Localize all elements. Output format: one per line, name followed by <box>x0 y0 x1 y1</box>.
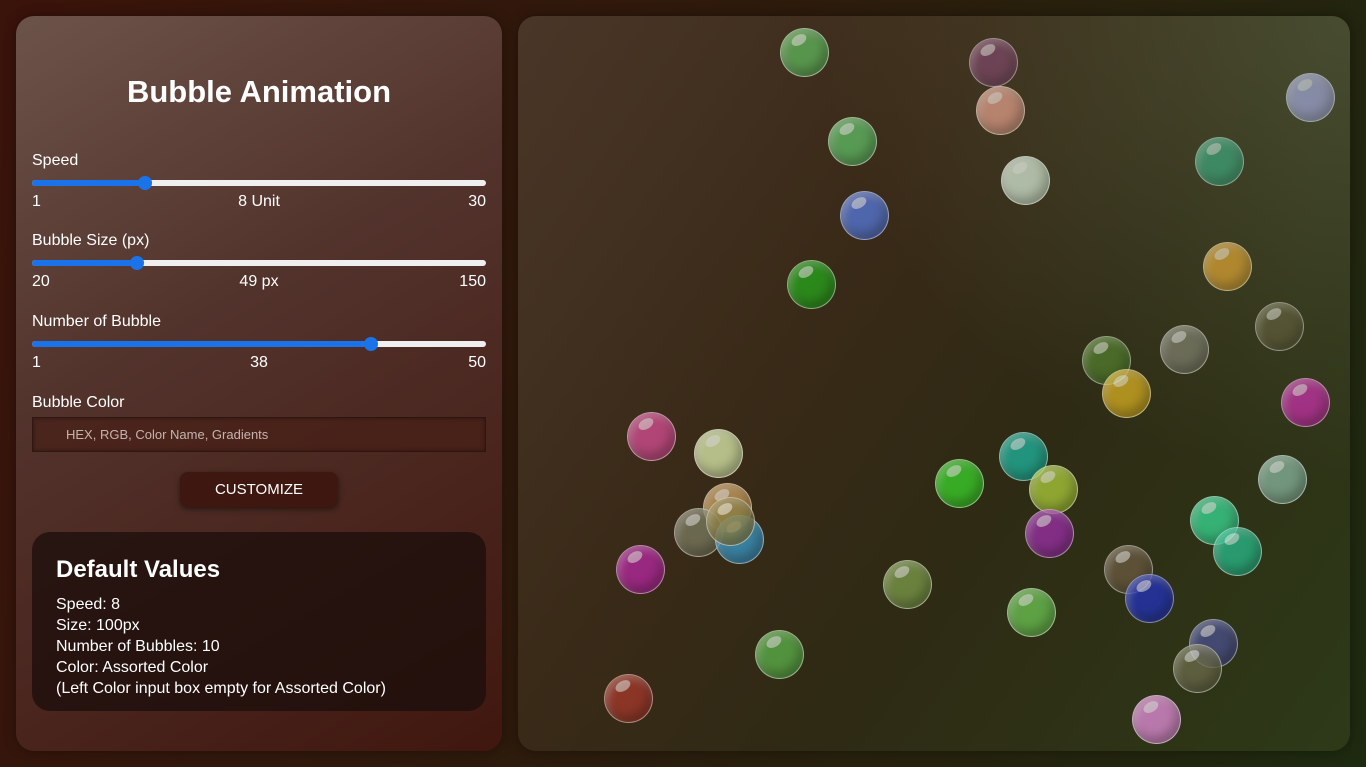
size-control: Bubble Size (px) 20 49 px 150 <box>32 232 486 293</box>
count-label: Number of Bubble <box>32 313 161 330</box>
bubble <box>839 190 889 240</box>
bubble-stage <box>518 16 1350 751</box>
bubble <box>705 496 755 546</box>
speed-label: Speed <box>32 152 79 169</box>
count-max-label: 50 <box>468 354 486 371</box>
count-control: Number of Bubble 1 38 50 <box>32 313 486 374</box>
count-slider-fill <box>32 341 372 347</box>
bubble <box>1101 368 1151 418</box>
bubble <box>1131 694 1181 744</box>
size-slider[interactable] <box>32 253 486 273</box>
bubble <box>1257 454 1307 504</box>
size-slider-thumb[interactable] <box>130 256 145 270</box>
size-label: Bubble Size (px) <box>32 232 150 249</box>
bubble <box>603 673 653 723</box>
bubble <box>1006 587 1056 637</box>
default-values-card: Default Values Speed: 8 Size: 100px Numb… <box>32 532 486 711</box>
bubble <box>975 85 1025 135</box>
speed-value-label: 8 Unit <box>238 193 280 210</box>
count-slider[interactable] <box>32 334 486 354</box>
bubble <box>968 37 1018 87</box>
speed-range-labels: 1 8 Unit 30 <box>32 193 486 213</box>
bubble <box>1159 324 1209 374</box>
default-count-line: Number of Bubbles: 10 <box>56 638 220 655</box>
count-slider-thumb[interactable] <box>364 337 379 351</box>
bubble <box>1024 508 1074 558</box>
default-color-line: Color: Assorted Color <box>56 659 209 676</box>
count-range-labels: 1 38 50 <box>32 354 486 374</box>
control-panel: Bubble Animation Speed 1 8 Unit 30 Bubbl… <box>16 16 502 751</box>
bubble <box>626 411 676 461</box>
bubble-color-input[interactable] <box>32 417 486 452</box>
speed-control: Speed 1 8 Unit 30 <box>32 152 486 213</box>
bubble <box>779 27 829 77</box>
bubble <box>1172 643 1222 693</box>
bubble <box>934 458 984 508</box>
size-range-labels: 20 49 px 150 <box>32 273 486 293</box>
bubble <box>1285 72 1335 122</box>
bubble <box>786 259 836 309</box>
speed-max-label: 30 <box>468 193 486 210</box>
bubble <box>1194 136 1244 186</box>
bubble <box>693 428 743 478</box>
speed-slider-fill <box>32 180 146 186</box>
customize-button[interactable]: CUSTOMIZE <box>180 472 338 507</box>
bubble <box>1280 377 1330 427</box>
speed-slider[interactable] <box>32 173 486 193</box>
bubble <box>754 629 804 679</box>
bubble <box>1254 301 1304 351</box>
bubble <box>827 116 877 166</box>
bubble <box>1212 526 1262 576</box>
default-size-line: Size: 100px <box>56 617 140 634</box>
speed-slider-thumb[interactable] <box>138 176 153 190</box>
default-color-note: (Left Color input box empty for Assorted… <box>56 680 386 697</box>
page-title: Bubble Animation <box>126 74 392 109</box>
default-values-heading: Default Values <box>56 556 221 583</box>
size-slider-fill <box>32 260 138 266</box>
bubble <box>615 544 665 594</box>
color-label: Bubble Color <box>32 394 125 411</box>
bubble <box>1000 155 1050 205</box>
bubble <box>1028 464 1078 514</box>
size-max-label: 150 <box>459 273 486 290</box>
bubble <box>1202 241 1252 291</box>
color-control: Bubble Color <box>32 394 486 452</box>
count-value-label: 38 <box>250 354 268 371</box>
bubble <box>1124 573 1174 623</box>
bubble <box>882 559 932 609</box>
default-speed-line: Speed: 8 <box>56 596 121 613</box>
size-value-label: 49 px <box>239 273 279 290</box>
